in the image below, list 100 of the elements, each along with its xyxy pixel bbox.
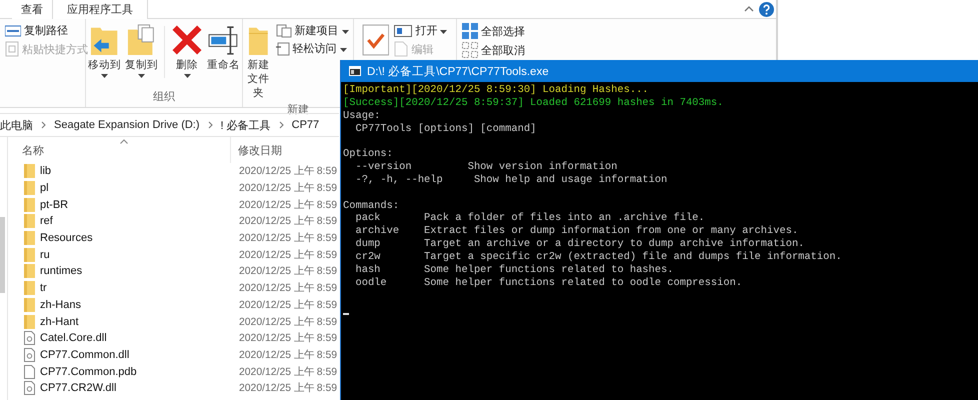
file-date: 2020/12/25 上午 8:59	[238, 365, 338, 379]
text-cursor	[343, 313, 349, 316]
file-name[interactable]: zh-Hans	[40, 298, 81, 311]
caret-icon	[138, 74, 145, 78]
caret-icon	[101, 74, 108, 78]
folder-icon	[24, 298, 35, 312]
console-line: Options:	[343, 148, 394, 162]
caret-icon	[340, 48, 346, 52]
file-date: 2020/12/25 上午 8:59	[238, 298, 338, 312]
console-line: [Success][2020/12/25 8:59:37] Loaded 621699 hashes in 7403ms.	[343, 96, 724, 110]
file-date: 2020/12/25 上午 8:59	[238, 381, 338, 396]
ribbon-button[interactable]: 复制路径	[3, 22, 90, 39]
file-name[interactable]: ru	[40, 248, 50, 261]
column-header[interactable]: 修改日期	[231, 137, 338, 163]
ribbon-button[interactable]: 全部选择	[460, 22, 527, 40]
gear-file-icon	[24, 381, 35, 396]
chevron-icon	[41, 121, 46, 129]
window-icon	[394, 24, 412, 36]
file-date: 2020/12/25 上午 8:59	[238, 264, 338, 278]
console-line: dump Target an archive or a directory to dump archive information.	[354, 238, 806, 251]
console-line: hash Some helper functions related to hashes.	[354, 264, 674, 277]
collapse-icon	[744, 6, 754, 12]
folder-icon	[24, 231, 35, 246]
file-name[interactable]: tr	[40, 282, 47, 294]
ribbon-tab[interactable]: 应用程序工具	[52, 0, 148, 19]
ribbon-button[interactable]: 新建文件夹	[246, 22, 272, 102]
folder-icon	[24, 314, 35, 329]
file-date: 2020/12/25 上午 8:59	[238, 164, 338, 178]
caret-icon	[440, 30, 448, 34]
console-line: CP77Tools [options] [command]	[354, 122, 538, 136]
document-icon	[276, 42, 290, 56]
ribbon-button[interactable]: 复制到	[124, 22, 159, 80]
file-name[interactable]: CP77.CR2W.dll	[40, 382, 116, 394]
new-item-icon	[276, 24, 292, 38]
chevron-icon	[208, 121, 213, 129]
console-line: Commands:	[343, 200, 400, 212]
scrollbar-thumb[interactable]	[0, 217, 5, 293]
console-line: [Important][2020/12/25 8:59:30] Loading Hashes...	[343, 84, 650, 97]
console-line: -?, -h, --help Show help and usage information	[354, 174, 668, 187]
folder-icon	[24, 164, 35, 178]
ribbon-button[interactable]: 打开	[392, 22, 450, 39]
file-date: 2020/12/25 上午 8:59	[238, 198, 338, 212]
console-line: oodle Some helper functions related to oodle compression.	[354, 276, 744, 290]
breadcrumb[interactable]: CP77	[292, 119, 320, 131]
folder-icon	[24, 214, 35, 228]
file-date: 2020/12/25 上午 8:59	[238, 231, 338, 246]
ribbon-button[interactable]: 新建项目	[274, 22, 350, 39]
ribbon-button[interactable]: 移动到	[87, 22, 122, 80]
file-date: 2020/12/25 上午 8:59	[238, 331, 338, 346]
path-icon	[5, 24, 21, 36]
delete-icon	[171, 24, 203, 56]
console-icon	[349, 66, 361, 76]
file-name[interactable]: CP77.Common.pdb	[40, 366, 137, 378]
console-line: archive Extract files or dump information from one or many archives.	[354, 225, 800, 238]
file-name[interactable]: zh-Hant	[40, 316, 79, 328]
file-date: 2020/12/25 上午 8:59	[238, 348, 338, 362]
file-name[interactable]: CP77.Common.dll	[40, 348, 130, 361]
breadcrumb[interactable]: 此电脑	[0, 118, 33, 132]
ribbon-button[interactable]: 重命名	[206, 22, 241, 74]
file-name[interactable]: Resources	[40, 232, 93, 244]
clipboard-icon	[5, 41, 19, 57]
chevron-icon	[278, 121, 284, 129]
help-icon[interactable]	[759, 0, 774, 18]
caret-icon	[184, 74, 190, 78]
file-date: 2020/12/25 上午 8:59	[238, 281, 338, 296]
checked-document-icon	[362, 24, 390, 56]
folder-icon	[24, 264, 35, 278]
file-name[interactable]: pt-BR	[40, 198, 68, 211]
file-date: 2020/12/25 上午 8:59	[238, 181, 338, 196]
ribbon-button[interactable]: 全部取消	[460, 41, 527, 59]
ribbon-button[interactable]: 删除	[170, 22, 204, 80]
file-name[interactable]: ref	[40, 215, 53, 228]
file-date: 2020/12/25 上午 8:59	[238, 315, 338, 329]
dashed-grid-icon	[462, 42, 478, 58]
console-line: cr2w Target a specific cr2w (extracted) file and dumps file information.	[354, 250, 843, 264]
file-date: 2020/12/25 上午 8:59	[238, 214, 338, 228]
group-label: 组织	[153, 90, 175, 104]
grid-icon	[462, 23, 478, 39]
ribbon-button[interactable]: 轻松访问	[274, 40, 350, 57]
file-date: 2020/12/25 上午 8:59	[238, 248, 338, 262]
file-name[interactable]: runtimes	[40, 265, 82, 278]
folder-icon	[24, 281, 35, 296]
window-title: D:\! 必备工具\CP77\CP77Tools.exe	[367, 64, 549, 78]
gear-file-icon	[24, 331, 35, 346]
console-line: pack Pack a folder of files into an .archive file.	[354, 212, 706, 226]
page-icon	[394, 41, 408, 57]
breadcrumb[interactable]: ! 必备工具	[220, 118, 271, 132]
file-name[interactable]: Catel.Core.dll	[40, 332, 107, 344]
file-name[interactable]: lib	[40, 165, 52, 178]
console-line: Usage:	[343, 110, 382, 123]
address-bar[interactable]: 此电脑 Seagate Expansion Drive (D:) ! 必备工具 CP77	[0, 113, 339, 137]
folder-icon	[24, 248, 35, 262]
rename-icon	[208, 24, 240, 56]
column-header[interactable]: 名称	[22, 137, 231, 163]
folder-pages-icon	[127, 24, 156, 56]
breadcrumb[interactable]: Seagate Expansion Drive (D:)	[54, 119, 200, 131]
folder-icon	[24, 198, 35, 212]
file-name[interactable]: pl	[40, 182, 49, 194]
gear-file-icon	[24, 348, 35, 362]
file-icon	[24, 364, 35, 379]
